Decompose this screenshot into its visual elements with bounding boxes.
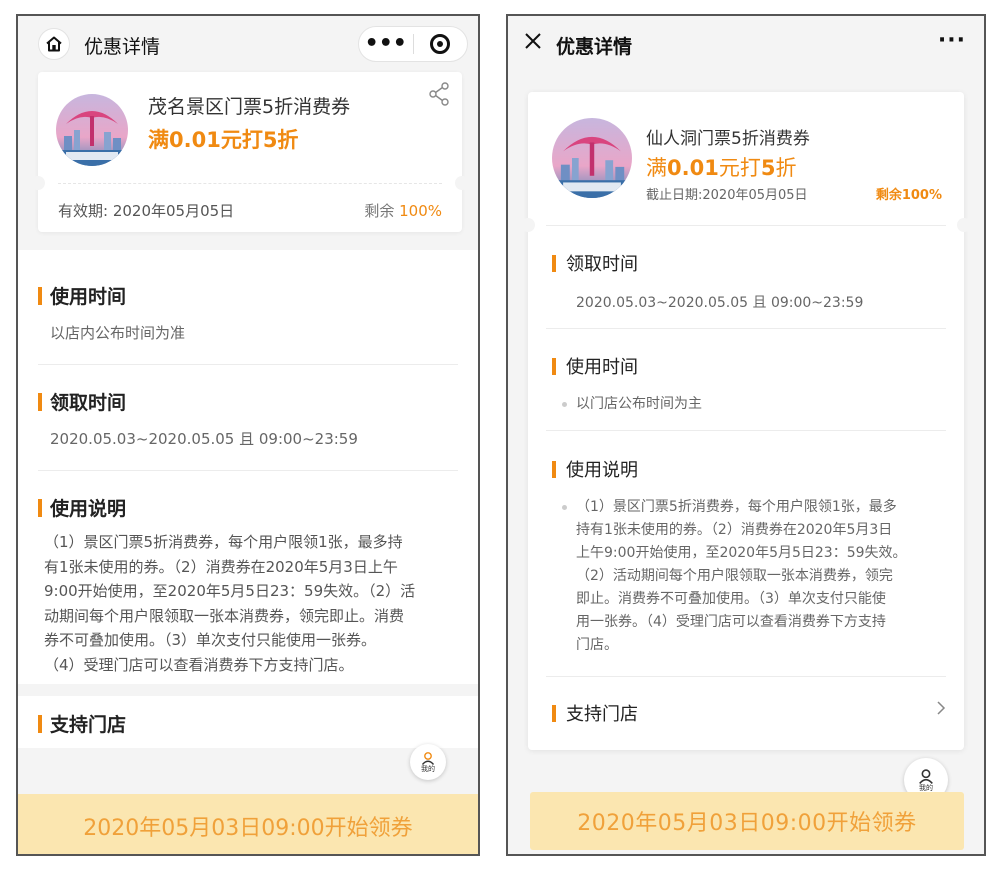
claim-coupon-button[interactable]: 2020年05月03日09:00开始领券 [530, 792, 964, 850]
card-notch-right [957, 218, 971, 232]
instructions-text: （1）景区门票5折消费券，每个用户限领1张，最多持 有1张未使用的券。（2）消费… [44, 533, 416, 674]
share-icon [429, 82, 449, 106]
home-button[interactable] [38, 28, 70, 60]
remaining-value: 100% [399, 202, 442, 220]
coupon-name: 茂名景区门票5折消费券 [148, 96, 351, 118]
menu-capsule: ••• [358, 26, 468, 62]
deadline-date: 截止日期:2020年05月05日 [646, 188, 808, 203]
claim-time-text: 2020.05.03~2020.05.05 且 09:00~23:59 [50, 430, 358, 448]
coupon-card: 仙人洞门票5折消费券 满0.01元打5折 截止日期:2020年05月05日 剩余… [521, 92, 971, 750]
section-title-instructions: 使用说明 [552, 456, 638, 482]
target-icon [430, 34, 451, 54]
section-title-use-time: 使用时间 [552, 353, 638, 379]
section-divider [38, 364, 458, 365]
card-notch-left [521, 218, 535, 232]
close-button[interactable] [522, 30, 544, 56]
home-icon [46, 36, 62, 52]
left-phone-screen: 优惠详情 ••• 茂名景区门票5折消费券 满0.01元打5折 有效期: 2020… [16, 14, 480, 856]
chevron-right-icon[interactable] [936, 700, 946, 720]
card-notch-left [31, 176, 45, 190]
close-miniprogram-button[interactable] [413, 34, 467, 54]
section-divider [38, 470, 458, 471]
instructions-item: （1）景区门票5折消费券，每个用户限领1张，最多 持有1张未使用的券。（2）消费… [562, 496, 942, 657]
coupon-logo [552, 118, 632, 198]
section-divider [546, 430, 946, 431]
coupon-price: 满0.01元打5折 [148, 128, 299, 152]
more-button[interactable]: ··· [938, 28, 966, 53]
right-phone-screen: 优惠详情 ··· 仙人洞门票5折消费券 满0.01元打5折 截止日期:2020年… [506, 14, 986, 856]
close-icon [525, 33, 541, 49]
claim-coupon-button[interactable]: 2020年05月03日09:00开始领券 [18, 794, 478, 854]
use-time-text: 以店内公布时间为准 [50, 324, 186, 342]
use-time-item: 以门店公布时间为主 [562, 393, 702, 416]
user-icon [421, 752, 435, 765]
share-button[interactable] [428, 82, 450, 110]
supported-stores-row[interactable]: 支持门店 [18, 696, 478, 748]
section-divider [546, 676, 946, 677]
validity-date: 有效期: 2020年05月05日 [58, 202, 235, 220]
my-label: 我的 [421, 765, 435, 773]
remaining-indicator: 剩余 100% [364, 200, 442, 221]
coupon-name: 仙人洞门票5折消费券 [646, 129, 810, 149]
coupon-logo [56, 94, 128, 166]
claim-time-text: 2020.05.03~2020.05.05 且 09:00~23:59 [576, 295, 864, 311]
section-title-stores: 支持门店 [38, 710, 126, 737]
remaining-label: 剩余 [364, 202, 395, 220]
section-divider [546, 225, 946, 226]
my-button[interactable]: 我的 [410, 744, 446, 780]
supported-stores-row[interactable]: 支持门店 [552, 700, 638, 726]
details-panel: 使用时间 以店内公布时间为准 领取时间 2020.05.03~2020.05.0… [18, 250, 478, 684]
more-button[interactable]: ••• [359, 33, 413, 55]
card-notch-right [455, 176, 469, 190]
coupon-card: 茂名景区门票5折消费券 满0.01元打5折 有效期: 2020年05月05日 剩… [31, 72, 469, 232]
user-icon [919, 769, 933, 784]
section-title-claim-time: 领取时间 [38, 388, 126, 415]
page-title: 优惠详情 [556, 36, 633, 58]
section-divider [546, 328, 946, 329]
page-title: 优惠详情 [84, 36, 161, 58]
card-divider [58, 183, 442, 184]
remaining-indicator: 剩余100% [875, 188, 942, 203]
section-title-instructions: 使用说明 [38, 494, 126, 521]
coupon-price: 满0.01元打5折 [646, 156, 797, 180]
section-title-claim-time: 领取时间 [552, 250, 638, 276]
nav-bar: 优惠详情 ··· [508, 16, 984, 72]
my-label: 我的 [919, 784, 933, 792]
section-title-use-time: 使用时间 [38, 282, 126, 309]
nav-bar: 优惠详情 ••• [18, 16, 478, 72]
